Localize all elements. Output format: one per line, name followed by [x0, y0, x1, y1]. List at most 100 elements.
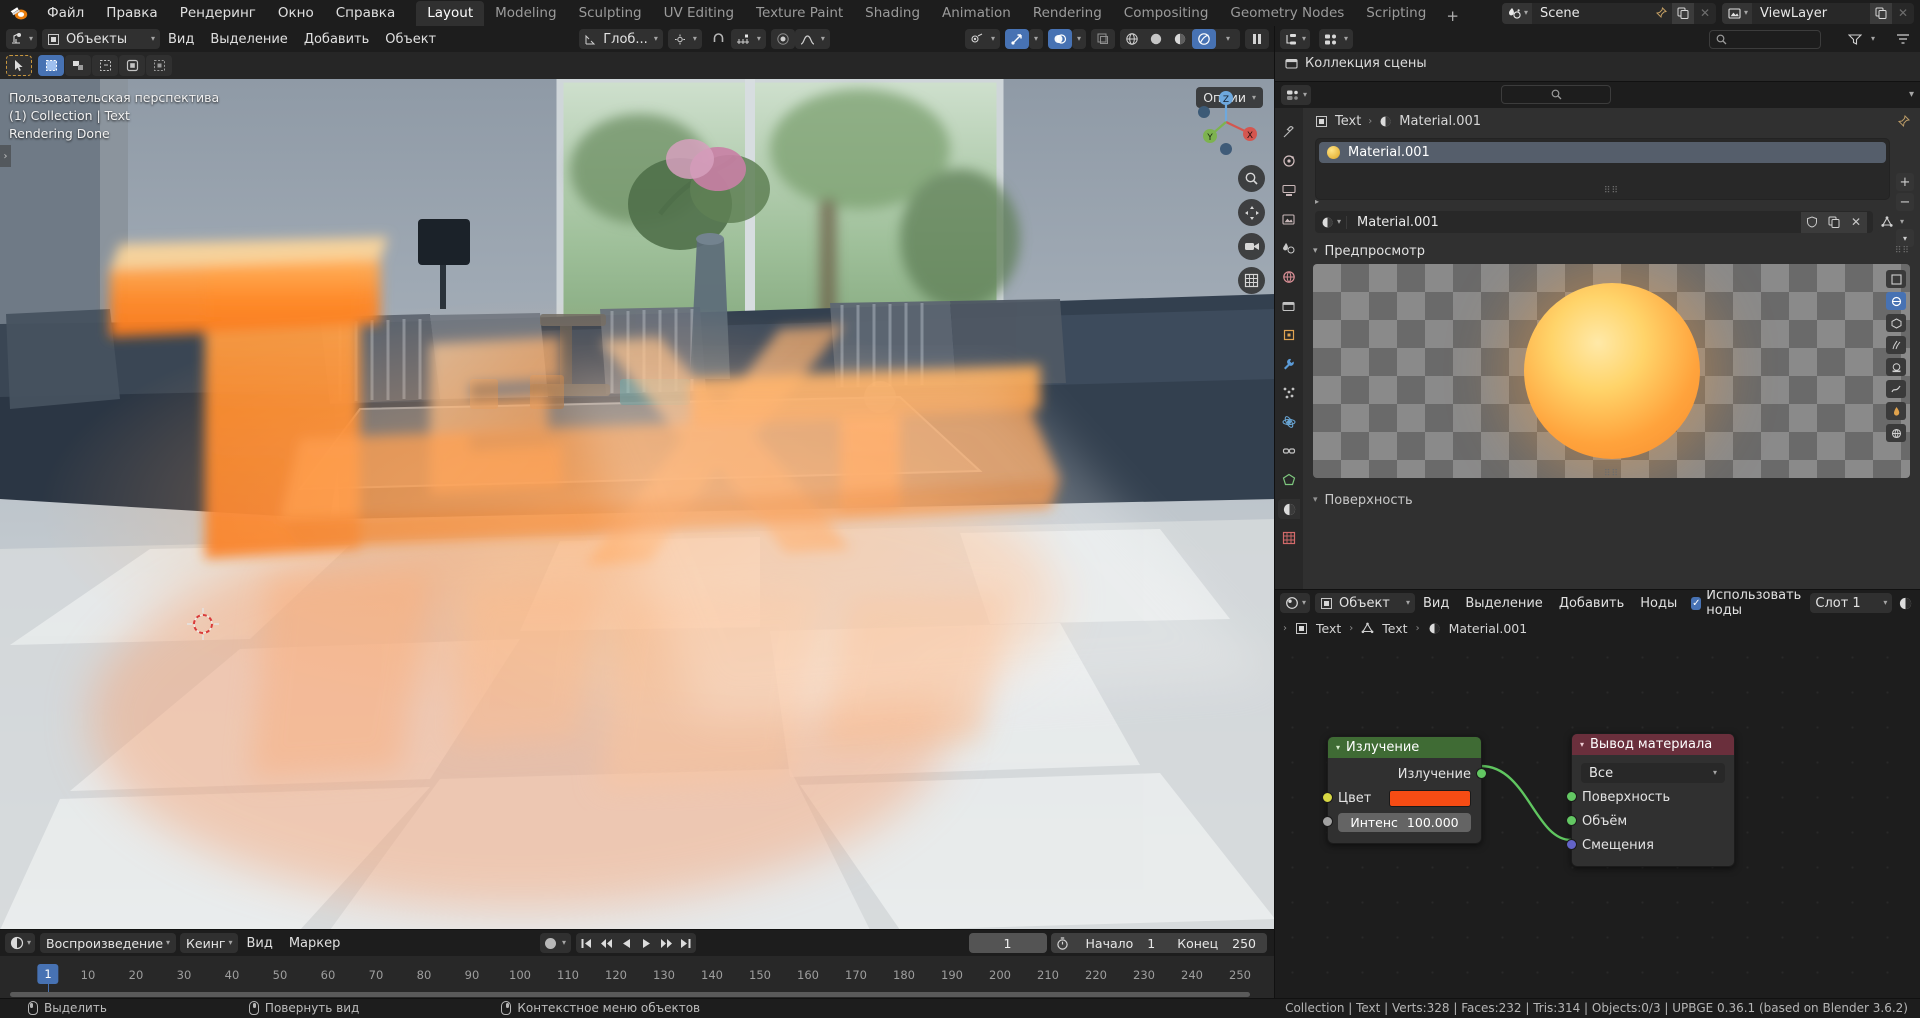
- emission-color-swatch[interactable]: [1389, 789, 1471, 807]
- shader-menu-select[interactable]: Выделение: [1457, 594, 1550, 613]
- scene-icon[interactable]: ▾: [1501, 2, 1532, 24]
- sidebar-toggle-arrow[interactable]: ›: [0, 145, 11, 167]
- blender-logo-icon[interactable]: [8, 3, 30, 23]
- play-reverse-button[interactable]: [616, 933, 636, 953]
- material-slot-selector[interactable]: Слот 1 ▾: [1810, 593, 1893, 613]
- wireframe-shading-icon[interactable]: [1120, 29, 1144, 49]
- material-output-header[interactable]: ▾ Вывод материала: [1572, 734, 1734, 755]
- timeline-menu-marker[interactable]: Маркер: [281, 934, 349, 953]
- shield-icon[interactable]: [1800, 211, 1823, 233]
- new-viewlayer-icon[interactable]: [1870, 2, 1892, 24]
- close-icon[interactable]: ✕: [1844, 211, 1867, 233]
- remove-material-slot-button[interactable]: −: [1896, 193, 1914, 211]
- viewlayer-icon[interactable]: ▾: [1721, 2, 1752, 24]
- vertical-divider-main[interactable]: [1274, 26, 1275, 999]
- timeline-scrollbar[interactable]: [10, 992, 1250, 997]
- surface-panel-header[interactable]: ▾ Поверхность: [1313, 489, 1910, 511]
- play-button[interactable]: [636, 933, 656, 953]
- breadcrumb-back-arrow[interactable]: ›: [1283, 623, 1287, 634]
- add-material-slot-button[interactable]: +: [1896, 173, 1914, 191]
- add-workspace-button[interactable]: +: [1437, 6, 1468, 26]
- overlay-settings[interactable]: ▾: [1071, 29, 1086, 49]
- object-mode-selector[interactable]: Объекты ▾: [42, 29, 161, 49]
- viewlayer-name[interactable]: ViewLayer: [1752, 2, 1870, 24]
- viewport-canvas[interactable]: Пользовательская перспектива (1) Collect…: [0, 79, 1275, 930]
- cloth-preview-icon[interactable]: [1886, 380, 1906, 398]
- viewport-menu-select[interactable]: Выделение: [202, 30, 295, 49]
- fluid-preview-icon[interactable]: [1886, 402, 1906, 420]
- jump-to-start-button[interactable]: [576, 933, 596, 953]
- emission-node[interactable]: ▾ Излучение Излучение Цвет Интенс 100.00…: [1322, 736, 1487, 844]
- material-output-node[interactable]: ▾ Вывод материала Все ▾ Поверхность Объё…: [1566, 733, 1735, 867]
- sphere-preview-icon[interactable]: [1886, 292, 1906, 310]
- outliner-filter-settings-icon[interactable]: [1891, 29, 1915, 49]
- viewport-menu-object[interactable]: Объект: [377, 30, 444, 49]
- slot-list-grip[interactable]: ⠿⠿: [1303, 186, 1920, 196]
- collection-props-tab-icon[interactable]: [1278, 296, 1300, 316]
- world-preview-icon[interactable]: [1886, 424, 1906, 442]
- material-preview-shading-icon[interactable]: [1168, 29, 1192, 49]
- toggle-ortho-icon[interactable]: [1238, 267, 1265, 294]
- chevron-down-icon[interactable]: ▾: [1336, 743, 1340, 752]
- breadcrumb-material[interactable]: Material.001: [1399, 114, 1481, 129]
- emission-strength-field[interactable]: Интенс 100.000: [1338, 812, 1471, 832]
- visibility-selector[interactable]: ▾: [964, 29, 1000, 49]
- material-browse-dropdown[interactable]: ▾: [1321, 215, 1348, 229]
- select-box-alt-tool-icon[interactable]: [146, 55, 172, 76]
- proportional-edit-icon[interactable]: [770, 29, 795, 49]
- material-preview[interactable]: ⠿⠿: [1313, 264, 1910, 478]
- tab-modeling[interactable]: Modeling: [484, 1, 567, 26]
- frame-start-field[interactable]: Начало 1: [1075, 933, 1167, 953]
- shader-material-icon[interactable]: [1896, 593, 1915, 613]
- snap-settings[interactable]: ▾: [730, 29, 766, 49]
- tab-layout[interactable]: Layout: [416, 1, 485, 26]
- chevron-down-icon[interactable]: ▾: [1871, 35, 1875, 43]
- shading-settings-chevron[interactable]: ▾: [1216, 29, 1240, 49]
- keying-menu[interactable]: Кеинг ▾: [180, 933, 239, 953]
- use-preview-range-icon[interactable]: [1051, 936, 1075, 950]
- emission-output-socket[interactable]: [1476, 768, 1487, 779]
- wrench-icon[interactable]: [1278, 354, 1300, 374]
- select-circle-tool-icon[interactable]: [119, 55, 145, 76]
- scene-tab-icon[interactable]: [1278, 238, 1300, 258]
- playback-menu[interactable]: Воспроизведение ▾: [40, 933, 177, 953]
- proportional-falloff-selector[interactable]: ▾: [794, 29, 830, 49]
- select-box-tool-icon[interactable]: [38, 55, 64, 76]
- texture-tab-icon[interactable]: [1278, 528, 1300, 548]
- shader-breadcrumb-material[interactable]: Material.001: [1449, 621, 1528, 636]
- output-surface-socket[interactable]: [1566, 791, 1577, 802]
- shader-menu-add[interactable]: Добавить: [1551, 594, 1632, 613]
- tab-texture-paint[interactable]: Texture Paint: [745, 1, 854, 26]
- world-tab-icon[interactable]: [1278, 267, 1300, 287]
- xray-toggle-icon[interactable]: [1091, 29, 1115, 49]
- output-target-selector[interactable]: Все ▾: [1581, 763, 1725, 783]
- playhead-label[interactable]: 1: [37, 964, 59, 984]
- viewlayer-tab-icon[interactable]: [1278, 209, 1300, 229]
- copy-icon[interactable]: [1822, 211, 1845, 233]
- tab-animation[interactable]: Animation: [931, 1, 1022, 26]
- pivot-point-selector[interactable]: ▾: [667, 29, 702, 49]
- jump-to-end-button[interactable]: [676, 933, 696, 953]
- emission-node-header[interactable]: ▾ Излучение: [1328, 737, 1481, 758]
- flat-preview-icon[interactable]: [1886, 270, 1906, 288]
- outliner-search-input[interactable]: [1708, 29, 1821, 49]
- tweak-tool-icon[interactable]: [6, 55, 32, 76]
- horizontal-divider-shader[interactable]: [1275, 589, 1920, 590]
- shader-breadcrumb-data[interactable]: Text: [1382, 621, 1407, 636]
- breadcrumb-object[interactable]: Text: [1335, 114, 1361, 129]
- timeline-ruler[interactable]: 1 10 20 30 40 50 60 70 80 90 100 110 120…: [0, 956, 1275, 999]
- shader-editor-type-selector[interactable]: ▾: [1280, 593, 1311, 613]
- preview-panel-header[interactable]: ▾ Предпросмотр ⠿⠿: [1313, 240, 1910, 262]
- tab-geometry-nodes[interactable]: Geometry Nodes: [1219, 1, 1355, 26]
- solid-shading-icon[interactable]: [1144, 29, 1168, 49]
- editor-type-selector[interactable]: ▾: [6, 29, 38, 49]
- shader-menu-view[interactable]: Вид: [1415, 594, 1457, 613]
- menu-file[interactable]: Файл: [36, 2, 95, 24]
- new-scene-icon[interactable]: [1671, 2, 1694, 24]
- tab-compositing[interactable]: Compositing: [1113, 1, 1220, 26]
- output-tab-icon[interactable]: [1278, 180, 1300, 200]
- particles-tab-icon[interactable]: [1278, 383, 1300, 403]
- render-tab-icon[interactable]: [1278, 151, 1300, 171]
- constraints-tab-icon[interactable]: [1278, 441, 1300, 461]
- pin-icon[interactable]: [1897, 114, 1910, 128]
